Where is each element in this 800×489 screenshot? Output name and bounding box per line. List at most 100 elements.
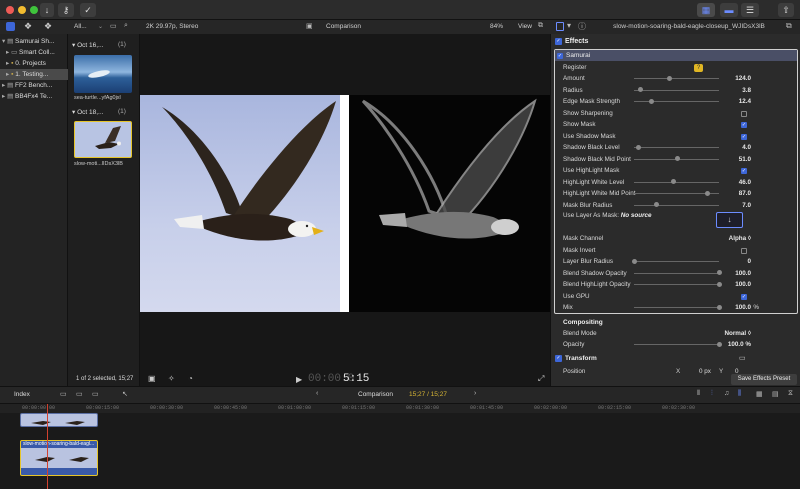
sidebar-item-testing[interactable]: ▸ ▪ 1. Testing... xyxy=(0,69,68,80)
slider-knob[interactable] xyxy=(670,179,676,184)
import-button[interactable]: ↓ xyxy=(40,3,54,17)
play-button[interactable]: ▶ xyxy=(296,375,302,384)
select-tool-icon[interactable]: ↖ xyxy=(122,390,128,398)
sidebar-item-bb4fx4[interactable]: ▸ ▤ BB4Fx4 Te... xyxy=(0,91,68,102)
keywords-button[interactable]: ⚷ xyxy=(58,3,74,17)
headphones-icon[interactable]: ♫ xyxy=(724,390,729,397)
split-divider[interactable] xyxy=(340,95,349,312)
date-group-header[interactable]: ▾ Oct 16,... xyxy=(72,41,103,49)
parameter-slider[interactable] xyxy=(634,202,719,207)
libraries-icon[interactable] xyxy=(6,22,15,31)
layout-timeline-toggle[interactable]: ▬ xyxy=(720,3,738,17)
slider-knob[interactable] xyxy=(653,202,659,207)
slider-knob[interactable] xyxy=(631,258,637,264)
filter-dropdown[interactable]: All... xyxy=(74,23,87,30)
forward-arrow-icon[interactable]: › xyxy=(474,390,476,397)
slider-knob[interactable] xyxy=(716,341,722,347)
speed-tool-icon[interactable]: ◔ xyxy=(188,374,193,383)
effects-checkbox[interactable]: ✓ xyxy=(555,38,562,45)
transform-checkbox[interactable]: ✓ xyxy=(555,355,562,362)
layout-libraries-toggle[interactable]: ▦ xyxy=(697,3,715,17)
slider-knob[interactable] xyxy=(716,270,722,275)
slider-knob[interactable] xyxy=(705,190,711,196)
search-icon[interactable]: ⌕ xyxy=(124,22,128,30)
slider-knob[interactable] xyxy=(674,156,680,161)
append-clip-icon[interactable]: ▭ xyxy=(60,390,67,398)
video-inspector-icon[interactable] xyxy=(556,22,564,31)
slider-knob[interactable] xyxy=(635,144,641,150)
parameter-value[interactable]: 100.0 xyxy=(735,268,751,280)
primary-clip[interactable]: slow-motion-soaring-bald-eagl... xyxy=(20,440,98,476)
parameter-value[interactable]: Alpha ◊ xyxy=(729,233,751,245)
clip-thumbnail-eagle[interactable] xyxy=(74,121,132,158)
parameter-slider[interactable] xyxy=(634,156,719,161)
clip-thumbnail-turtle[interactable] xyxy=(74,55,132,93)
slider-knob[interactable] xyxy=(667,75,673,81)
opacity-slider[interactable] xyxy=(634,341,722,347)
parameter-checkbox[interactable]: ✓ xyxy=(741,133,747,140)
inspector-toggle-icon[interactable]: ⧉ xyxy=(786,21,792,31)
opacity-value[interactable]: 100.0 % xyxy=(728,339,751,351)
overwrite-clip-icon[interactable]: ▭ xyxy=(92,390,99,398)
clip-appearance-icon[interactable]: ▭ xyxy=(110,22,117,30)
sidebar-item-smart-collections[interactable]: ▸ ▭ Smart Coll... xyxy=(0,47,68,58)
project-name[interactable]: Comparison xyxy=(358,391,393,398)
slider-knob[interactable] xyxy=(648,98,654,104)
slider-knob[interactable] xyxy=(716,304,722,310)
parameter-value[interactable]: 3.8 xyxy=(742,85,751,97)
transform-overlay-icon[interactable]: ▭ xyxy=(739,354,746,362)
zoom-dropdown[interactable]: 84% xyxy=(490,23,503,30)
parameter-value[interactable]: 0 xyxy=(747,256,751,268)
layer-mask-drop-well[interactable]: ↓ xyxy=(716,212,743,228)
parameter-slider[interactable] xyxy=(634,75,719,81)
back-arrow-icon[interactable]: ‹ xyxy=(316,390,318,397)
parameter-value[interactable]: 100.0 xyxy=(735,279,751,291)
date-group-header[interactable]: ▾ Oct 18,... xyxy=(72,108,103,116)
playhead[interactable] xyxy=(47,404,48,489)
index-button[interactable]: Index xyxy=(14,391,30,398)
blend-mode-dropdown[interactable]: Normal ◊ xyxy=(724,328,751,340)
parameter-slider[interactable] xyxy=(634,270,722,275)
parameter-value[interactable]: 100.0 xyxy=(735,302,751,314)
viewer-options-icon[interactable]: ⧉ xyxy=(538,22,543,30)
parameter-slider[interactable] xyxy=(634,98,719,104)
save-effects-preset-button[interactable]: Save Effects Preset xyxy=(731,374,797,385)
timeline-ruler[interactable]: 00:00:00:00 00:00:15:00 00:00:30:00 00:00:4… xyxy=(0,404,800,413)
enhance-tool-icon[interactable]: ✧ xyxy=(168,374,175,383)
parameter-slider[interactable] xyxy=(634,281,722,287)
color-inspector-icon[interactable]: ▾ xyxy=(567,21,571,30)
parameter-slider[interactable] xyxy=(631,258,719,264)
parameter-checkbox[interactable] xyxy=(741,110,747,117)
minimize-window-button[interactable] xyxy=(18,6,26,14)
slider-knob[interactable] xyxy=(638,87,644,92)
audio-skimming-icon[interactable]: ⫴ xyxy=(697,390,700,398)
parameter-slider[interactable] xyxy=(634,87,719,92)
sidebar-item-ff2-bench[interactable]: ▸ ▤ FF2 Bench... xyxy=(0,80,68,91)
parameter-value[interactable]: 87.0 xyxy=(739,188,751,200)
sidebar-item-projects[interactable]: ▸ ▪ 0. Projects xyxy=(0,58,68,69)
register-button[interactable]: ? xyxy=(694,64,703,72)
slider-knob[interactable] xyxy=(716,281,722,287)
parameter-checkbox[interactable] xyxy=(741,247,747,254)
parameter-checkbox[interactable]: ✓ xyxy=(741,122,747,128)
parameter-checkbox[interactable]: ✓ xyxy=(741,168,747,174)
connected-clip[interactable] xyxy=(20,413,98,427)
close-window-button[interactable] xyxy=(6,6,14,14)
transitions-browser-icon[interactable]: ⧖ xyxy=(788,390,793,398)
titles-icon[interactable]: ❖ xyxy=(44,21,52,32)
share-button[interactable]: ⇧ xyxy=(778,3,794,17)
samurai-checkbox[interactable]: ✓ xyxy=(557,52,563,59)
fullscreen-icon[interactable]: ⤢ xyxy=(538,374,544,384)
effects-browser-icon[interactable]: ▤ xyxy=(772,390,779,398)
parameter-value[interactable]: 46.0 xyxy=(739,177,751,189)
clip-appearance-icon[interactable]: ▦ xyxy=(756,390,763,398)
info-inspector-icon[interactable]: ⓘ xyxy=(578,21,586,32)
parameter-checkbox[interactable]: ✓ xyxy=(741,293,747,300)
snapping-icon[interactable]: ⫼ xyxy=(738,390,741,398)
layout-inspector-toggle[interactable]: ☰ xyxy=(741,3,759,17)
parameter-slider[interactable] xyxy=(634,304,722,310)
parameter-value[interactable]: 124.0 xyxy=(735,73,751,85)
view-dropdown[interactable]: View xyxy=(518,23,532,30)
sidebar-item-library[interactable]: ▾ ▤ Samurai Sh... xyxy=(0,36,68,47)
parameter-value[interactable]: 51.0 xyxy=(739,154,751,166)
